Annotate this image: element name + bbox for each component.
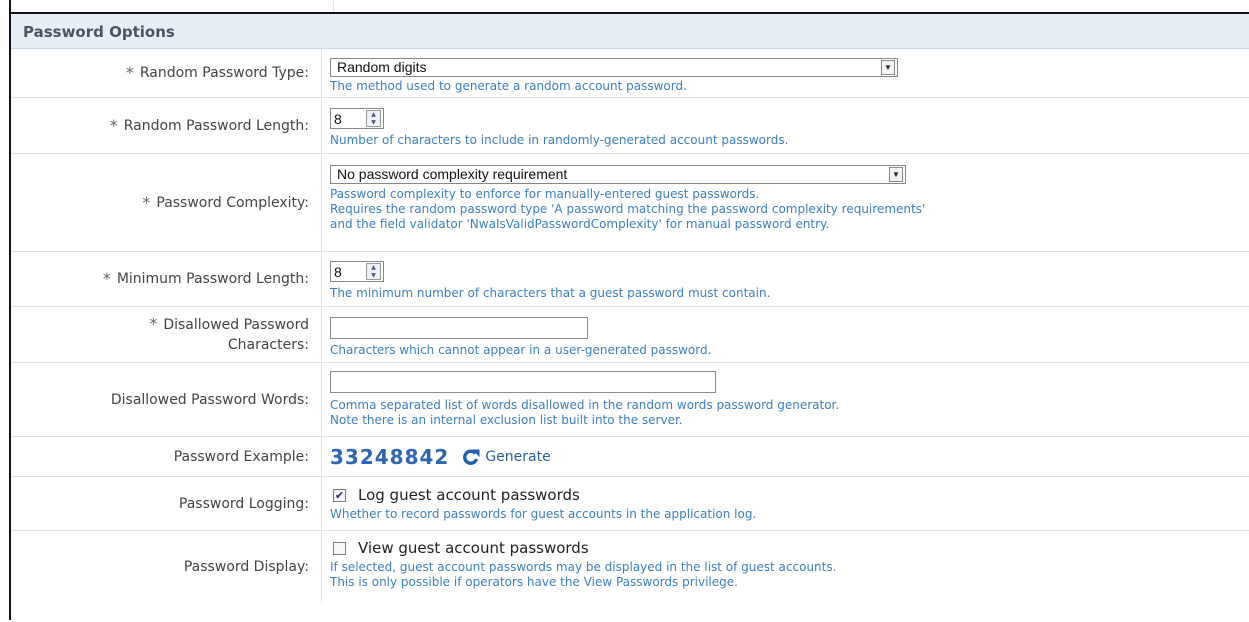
view-passwords-checkbox-label[interactable]: View guest account passwords [358,539,589,557]
disallowed-characters-label-line2: Characters: [227,337,309,353]
chevron-down-icon[interactable]: ▼ [889,166,903,182]
password-logging-label: Password Logging: [178,495,309,512]
stepper-value: 8 [334,263,342,280]
field-value: Comma separated list of words disallowed… [322,363,1249,436]
field-description: Password complexity to enforce for manua… [330,187,1249,232]
password-display-label: Password Display: [183,559,309,575]
label-block: * Disallowed Password Characters: [149,314,309,355]
password-example-value: 33248842 [330,444,450,469]
password-complexity-select[interactable]: No password complexity requirement ▼ [330,164,906,184]
field-description: The method used to generate a random acc… [330,78,687,93]
field-description: Number of characters to include in rando… [330,133,789,147]
description-line: Comma separated list of words disallowed… [330,398,840,412]
field-value: 8 ▲ ▼ Number of characters to include in … [322,98,1249,153]
top-strip [11,0,1249,12]
generate-button[interactable]: Generate [485,449,550,465]
field-label: * Minimum Password Length: [11,252,322,306]
field-label: Disallowed Password Words: [11,363,322,436]
field-value: View guest account passwords If selected… [322,531,1249,603]
row-random-password-type: * Random Password Type: Random digits ▼ … [11,49,1249,98]
spinner-arrows-icon[interactable]: ▲ ▼ [366,110,381,127]
random-password-type-label: Random Password Type: [139,65,309,81]
random-password-length-label: Random Password Length: [123,117,309,134]
log-passwords-checkbox-label[interactable]: Log guest account passwords [358,486,580,504]
required-marker: * [109,115,118,135]
field-description: Comma separated list of words disallowed… [330,398,1249,428]
select-value: No password complexity requirement [337,166,568,182]
field-label: * Random Password Type: [11,49,322,97]
random-password-type-select[interactable]: Random digits ▼ [330,57,898,77]
field-description: If selected, guest account passwords may… [330,560,1249,590]
required-marker: * [142,192,151,212]
field-value: No password complexity requirement ▼ Pas… [322,154,1249,251]
row-password-display: Password Display: View guest account pas… [11,531,1249,603]
row-disallowed-password-characters: * Disallowed Password Characters: Charact… [11,307,1249,363]
section-title: Password Options [11,14,1249,49]
password-complexity-label: Password Complexity: [156,194,309,211]
chevron-down-icon[interactable]: ▼ [881,59,895,75]
description-line: If selected, guest account passwords may… [330,560,837,574]
field-value: 8 ▲ ▼ The minimum number of characters th… [322,252,1249,306]
row-disallowed-password-words: Disallowed Password Words: Comma separat… [11,363,1249,437]
field-description: Whether to record passwords for guest ac… [330,507,757,521]
window-frame-left [0,0,11,620]
column-divider-top [333,0,334,12]
description-line: Note there is an internal exclusion list… [330,413,683,427]
stepper-value: 8 [334,110,342,127]
description-line: and the field validator 'NwaIsValidPassw… [330,216,830,231]
field-label: Password Logging: [11,477,322,530]
password-options-panel: Password Options * Random Password Type:… [11,12,1249,622]
minimum-password-length-label: Minimum Password Length: [116,271,309,287]
row-random-password-length: * Random Password Length: 8 ▲ ▼ Number of… [11,98,1249,154]
field-value: ✔ Log guest account passwords Whether to… [322,477,1249,530]
checkbox-icon[interactable]: ✔ [333,488,346,502]
row-minimum-password-length: * Minimum Password Length: 8 ▲ ▼ The mini… [11,252,1249,307]
checkbox-icon[interactable] [333,541,346,555]
field-description: Characters which cannot appear in a user… [330,343,712,357]
log-passwords-option[interactable]: ✔ Log guest account passwords [330,486,1249,504]
disallowed-words-input[interactable] [330,371,716,393]
description-line: This is only possible if operators have … [330,575,738,589]
field-label: Password Display: [11,531,322,603]
password-example-label: Password Example: [173,448,309,465]
field-label: * Disallowed Password Characters: [11,307,322,362]
field-value: Characters which cannot appear in a user… [322,307,1249,362]
description-line: Password complexity to enforce for manua… [330,186,760,201]
field-value: 33248842 Generate [322,437,1249,476]
field-label: * Password Complexity: [11,154,322,251]
refresh-arrow-icon[interactable] [461,447,481,467]
row-password-example: Password Example: 33248842 Generate [11,437,1249,477]
field-value: Random digits ▼ The method used to gener… [322,49,1249,97]
required-marker: * [125,63,134,82]
required-marker: * [149,314,158,333]
random-password-length-stepper[interactable]: 8 ▲ ▼ [330,108,384,129]
disallowed-words-label: Disallowed Password Words: [110,391,309,408]
field-label: * Random Password Length: [11,98,322,153]
required-marker: * [102,269,111,288]
minimum-password-length-stepper[interactable]: 8 ▲ ▼ [330,261,384,282]
row-password-logging: Password Logging: ✔ Log guest account pa… [11,477,1249,531]
view-passwords-option[interactable]: View guest account passwords [330,539,1249,557]
description-line: Requires the random password type 'A pas… [330,201,926,216]
disallowed-characters-label-line1: Disallowed Password [163,317,309,333]
label-line-1: * Disallowed Password [149,314,309,335]
spinner-arrows-icon[interactable]: ▲ ▼ [366,263,381,280]
row-password-complexity: * Password Complexity: No password compl… [11,154,1249,252]
field-description: The minimum number of characters that a … [330,286,771,300]
select-value: Random digits [337,59,427,75]
field-label: Password Example: [11,437,322,476]
disallowed-characters-input[interactable] [330,317,588,339]
